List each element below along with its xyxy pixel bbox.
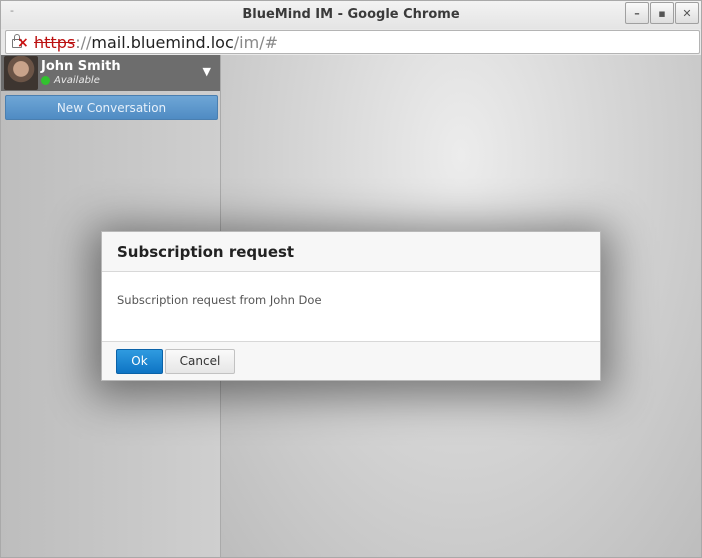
url-separator: :// — [75, 32, 92, 52]
user-status-text: Available — [54, 74, 100, 86]
chevron-down-icon[interactable]: ▼ — [203, 65, 211, 78]
new-conversation-button[interactable]: New Conversation — [5, 95, 218, 120]
ok-button[interactable]: Ok — [116, 348, 163, 374]
user-status-bar[interactable]: John Smith Available ▼ — [1, 55, 220, 91]
window-title: BlueMind IM - Google Chrome — [242, 7, 460, 22]
status-dot-icon — [41, 75, 50, 85]
broken-lock-icon[interactable]: × — [10, 33, 30, 51]
dialog-footer: Ok Cancel — [102, 342, 600, 380]
window-controls: – ▪ ✕ — [625, 2, 699, 24]
user-info: John Smith Available — [41, 58, 121, 87]
url-host: mail.bluemind.loc — [91, 32, 234, 52]
dialog-body: Subscription request from John Doe — [102, 272, 600, 342]
subscription-dialog: Subscription request Subscription reques… — [101, 231, 601, 381]
address-bar: × https://mail.bluemind.loc/im/# — [0, 29, 702, 55]
url-scheme: https — [34, 32, 76, 52]
url-path: /im/# — [233, 32, 278, 52]
close-button[interactable]: ✕ — [675, 2, 699, 24]
user-name: John Smith — [41, 58, 121, 74]
window-titlebar: - BlueMind IM - Google Chrome – ▪ ✕ — [0, 0, 702, 29]
dialog-header: Subscription request — [102, 232, 600, 272]
avatar — [4, 56, 38, 90]
cancel-button[interactable]: Cancel — [165, 348, 235, 374]
maximize-button[interactable]: ▪ — [650, 2, 674, 24]
dialog-message: Subscription request from John Doe — [117, 293, 322, 307]
url-text[interactable]: https://mail.bluemind.loc/im/# — [34, 33, 278, 52]
user-status: Available — [41, 75, 121, 87]
url-input[interactable]: × https://mail.bluemind.loc/im/# — [5, 30, 700, 54]
dialog-title: Subscription request — [117, 242, 295, 261]
minimize-button[interactable]: – — [625, 2, 649, 24]
